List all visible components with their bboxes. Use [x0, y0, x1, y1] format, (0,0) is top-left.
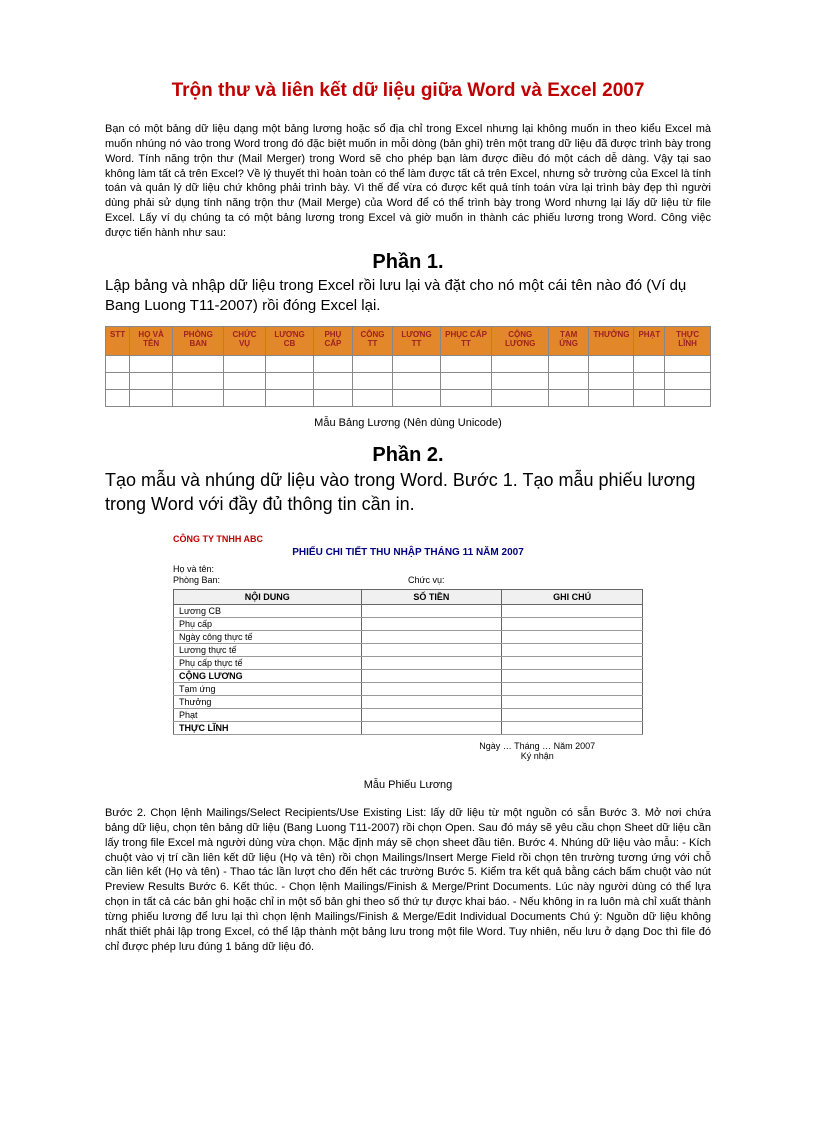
col-hoten: HỌ VÀ TÊN	[130, 327, 173, 356]
slip-row: Tạm ứng	[174, 683, 643, 696]
col-luongcb: LƯƠNG CB	[265, 327, 313, 356]
slip-row: CỘNG LƯƠNG	[174, 670, 643, 683]
slip-label: Phạt	[174, 709, 362, 722]
slip-label: CỘNG LƯƠNG	[174, 670, 362, 683]
signer: Ký nhận	[432, 751, 644, 761]
slip-caption: Mẫu Phiếu Lương	[105, 779, 711, 791]
slip-label: Phụ cấp thực tế	[174, 657, 362, 670]
table-row	[106, 356, 711, 373]
slip-amount	[361, 631, 502, 644]
slip-label: Lương CB	[174, 605, 362, 618]
slip-amount	[361, 670, 502, 683]
excel-table-wrap: STT HỌ VÀ TÊN PHÒNG BAN CHỨC VỤ LƯƠNG CB…	[105, 326, 711, 407]
company-name: CÔNG TY TNHH ABC	[173, 534, 643, 544]
salary-slip: CÔNG TY TNHH ABC PHIẾU CHI TIẾT THU NHẬP…	[163, 526, 653, 769]
slip-note	[502, 618, 643, 631]
label-chucvu: Chức vụ:	[408, 575, 643, 585]
col-phongban: PHÒNG BAN	[173, 327, 224, 356]
slip-amount	[361, 696, 502, 709]
section1-header: Phần 1.	[105, 251, 711, 274]
slip-note	[502, 683, 643, 696]
col-chucvu: CHỨC VỤ	[224, 327, 266, 356]
document-title: Trộn thư và liên kết dữ liệu giữa Word v…	[105, 80, 711, 102]
col-phat: PHẠT	[634, 327, 665, 356]
slip-row: Lương thực tế	[174, 644, 643, 657]
col-tamung: TẠM ỨNG	[548, 327, 588, 356]
col-luongtt: LƯƠNG TT	[393, 327, 440, 356]
slip-col-noidung: NỘI DUNG	[174, 590, 362, 605]
slip-col-sotien: SỐ TIỀN	[361, 590, 502, 605]
slip-row: Ngày công thực tế	[174, 631, 643, 644]
col-congtt: CÔNG TT	[352, 327, 393, 356]
slip-note	[502, 657, 643, 670]
col-stt: STT	[106, 327, 130, 356]
slip-label: Phụ cấp	[174, 618, 362, 631]
slip-row: Phụ cấp	[174, 618, 643, 631]
document-page: Trộn thư và liên kết dữ liệu giữa Word v…	[0, 0, 816, 1034]
table-row	[106, 373, 711, 390]
col-thuong: THƯỞNG	[589, 327, 634, 356]
slip-note	[502, 631, 643, 644]
slip-label: THỰC LĨNH	[174, 722, 362, 735]
slip-table: NỘI DUNG SỐ TIỀN GHI CHÚ Lương CBPhụ cấp…	[173, 589, 643, 735]
slip-amount	[361, 709, 502, 722]
table1-caption: Mẫu Bảng Lương (Nên dùng Unicode)	[105, 417, 711, 429]
slip-amount	[361, 683, 502, 696]
slip-row: Thưởng	[174, 696, 643, 709]
slip-label: Tạm ứng	[174, 683, 362, 696]
slip-note	[502, 605, 643, 618]
sign-date: Ngày … Tháng … Năm 2007	[432, 741, 644, 751]
slip-row: THỰC LĨNH	[174, 722, 643, 735]
slip-note	[502, 670, 643, 683]
slip-row: Phạt	[174, 709, 643, 722]
slip-note	[502, 644, 643, 657]
slip-title: PHIẾU CHI TIẾT THU NHẬP THÁNG 11 NĂM 200…	[173, 547, 643, 558]
col-thuclinh: THỰC LĨNH	[665, 327, 711, 356]
slip-note	[502, 696, 643, 709]
section2-desc: Tạo mẫu và nhúng dữ liệu vào trong Word.…	[105, 469, 711, 516]
slip-note	[502, 722, 643, 735]
slip-amount	[361, 618, 502, 631]
excel-sample-table: STT HỌ VÀ TÊN PHÒNG BAN CHỨC VỤ LƯƠNG CB…	[105, 326, 711, 407]
label-hoten: Họ và tên:	[173, 564, 408, 574]
section2-header: Phần 2.	[105, 444, 711, 467]
intro-paragraph: Bạn có một bảng dữ liệu dạng một bảng lư…	[105, 122, 711, 241]
slip-amount	[361, 644, 502, 657]
col-phucaptt: PHỤC CẤP TT	[440, 327, 492, 356]
slip-row: Phụ cấp thực tế	[174, 657, 643, 670]
slip-label: Thưởng	[174, 696, 362, 709]
slip-note	[502, 709, 643, 722]
slip-label: Ngày công thực tế	[174, 631, 362, 644]
col-congluong: CỘNG LƯƠNG	[492, 327, 548, 356]
slip-label: Lương thực tế	[174, 644, 362, 657]
table-row	[106, 390, 711, 407]
section1-desc: Lập bảng và nhập dữ liệu trong Excel rồi…	[105, 276, 711, 317]
col-phucap: PHỤ CẤP	[314, 327, 352, 356]
steps-text: Bước 2. Chọn lệnh Mailings/Select Recipi…	[105, 806, 711, 954]
label-phongban: Phòng Ban:	[173, 575, 408, 585]
slip-amount	[361, 722, 502, 735]
slip-amount	[361, 605, 502, 618]
slip-col-ghichu: GHI CHÚ	[502, 590, 643, 605]
slip-row: Lương CB	[174, 605, 643, 618]
slip-amount	[361, 657, 502, 670]
